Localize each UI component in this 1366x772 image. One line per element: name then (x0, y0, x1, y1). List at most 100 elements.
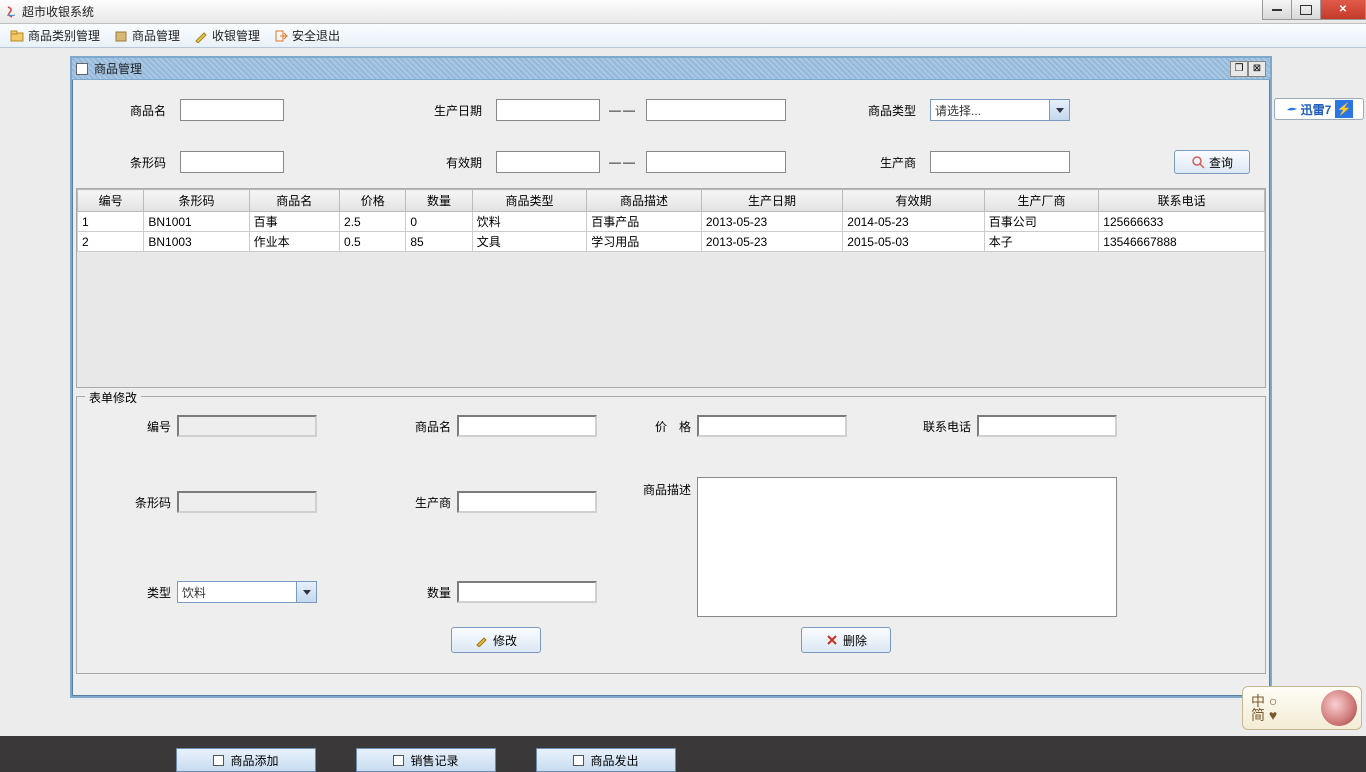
product-table[interactable]: 编号 条形码 商品名 价格 数量 商品类型 商品描述 生产日期 有效期 生产厂商… (76, 188, 1266, 388)
cell-maker: 百事公司 (984, 212, 1099, 232)
menu-label: 商品类别管理 (28, 27, 100, 44)
date-range-sep: —— (608, 103, 638, 117)
rose-icon (1321, 690, 1357, 726)
search-panel: 商品名 生产日期 —— 商品类型 请选择... 条形码 有效期 (72, 80, 1270, 188)
button-label: 商品添加 (230, 752, 278, 769)
form-desc-textarea[interactable] (697, 477, 1117, 617)
cell-maker: 本子 (984, 232, 1099, 252)
label-expiry: 有效期 (408, 154, 488, 171)
form-price-input[interactable] (697, 415, 847, 437)
date-range-sep: —— (608, 155, 638, 169)
form-id-input (177, 415, 317, 437)
cell-expiry: 2014-05-23 (843, 212, 984, 232)
form-edit-section: 表单修改 编号 商品名 价 格 联系电话 条形码 生产商 (76, 396, 1266, 674)
col-barcode: 条形码 (144, 190, 249, 212)
cell-name: 百事 (249, 212, 339, 232)
cell-price: 0.5 (340, 232, 406, 252)
col-maker: 生产厂商 (984, 190, 1099, 212)
window-controls (1263, 0, 1366, 20)
col-desc: 商品描述 (587, 190, 702, 212)
search-expiry-to-input[interactable] (646, 151, 786, 173)
table-row[interactable]: 1BN1001百事2.50饮料百事产品2013-05-232014-05-23百… (78, 212, 1265, 232)
table-row[interactable]: 2BN1003作业本0.585文具学习用品2013-05-232015-05-0… (78, 232, 1265, 252)
cell-category: 文具 (472, 232, 587, 252)
ime-line1: 中 ○ (1251, 694, 1277, 708)
cell-barcode: BN1003 (144, 232, 249, 252)
menu-safe-exit[interactable]: 安全退出 (268, 25, 346, 46)
internal-max-button[interactable]: ❐ (1230, 61, 1248, 77)
menu-product-mgmt[interactable]: 商品管理 (108, 25, 186, 46)
form-type-select[interactable]: 饮料 (177, 581, 317, 603)
menu-bar: 商品类别管理 商品管理 收银管理 安全退出 (0, 24, 1366, 48)
product-out-button[interactable]: 商品发出 (536, 748, 676, 772)
select-value: 请选择... (931, 102, 1049, 119)
window-menu-icon[interactable] (76, 63, 88, 75)
window-title: 超市收银系统 (22, 3, 94, 20)
search-product-name-input[interactable] (180, 99, 284, 121)
label-barcode: 条形码 (92, 154, 172, 171)
cell-barcode: BN1001 (144, 212, 249, 232)
internal-close-button[interactable]: ⊠ (1248, 61, 1266, 77)
col-prod-date: 生产日期 (701, 190, 842, 212)
bird-icon (1285, 102, 1299, 116)
button-label: 商品发出 (590, 752, 638, 769)
xunlei-widget[interactable]: 迅雷7 ⚡ (1274, 98, 1364, 120)
cell-prod_date: 2013-05-23 (701, 232, 842, 252)
search-prod-date-to-input[interactable] (646, 99, 786, 121)
pen-icon (194, 29, 208, 43)
label-name: 商品名 (377, 418, 457, 435)
ime-line2: 简 ♥ (1251, 708, 1277, 722)
form-maker-input[interactable] (457, 491, 597, 513)
search-expiry-from-input[interactable] (496, 151, 600, 173)
x-icon (825, 633, 839, 647)
menu-category-mgmt[interactable]: 商品类别管理 (4, 25, 106, 46)
box-icon (114, 29, 128, 43)
query-button[interactable]: 查询 (1174, 150, 1250, 174)
chevron-down-icon (296, 582, 316, 602)
col-qty: 数量 (406, 190, 472, 212)
checkbox-icon (213, 755, 224, 766)
form-qty-input[interactable] (457, 581, 597, 603)
form-legend: 表单修改 (85, 389, 141, 406)
product-mgmt-window: 商品管理 ❐ ⊠ 商品名 生产日期 —— 商品类型 请选择... (70, 56, 1272, 698)
close-button[interactable] (1320, 0, 1366, 20)
cell-price: 2.5 (340, 212, 406, 232)
bolt-icon: ⚡ (1335, 100, 1353, 118)
label-barcode: 条形码 (97, 494, 177, 511)
ime-widget[interactable]: 中 ○ 简 ♥ (1242, 686, 1362, 730)
label-desc: 商品描述 (627, 477, 697, 498)
table-header-row: 编号 条形码 商品名 价格 数量 商品类型 商品描述 生产日期 有效期 生产厂商… (78, 190, 1265, 212)
exit-icon (274, 29, 288, 43)
label-phone: 联系电话 (907, 418, 977, 435)
search-category-select[interactable]: 请选择... (930, 99, 1070, 121)
internal-titlebar: 商品管理 ❐ ⊠ (72, 58, 1270, 80)
col-name: 商品名 (249, 190, 339, 212)
col-id: 编号 (78, 190, 144, 212)
form-barcode-input (177, 491, 317, 513)
maximize-button[interactable] (1291, 0, 1321, 20)
search-barcode-input[interactable] (180, 151, 284, 173)
add-product-button[interactable]: 商品添加 (176, 748, 316, 772)
cell-category: 饮料 (472, 212, 587, 232)
internal-title: 商品管理 (94, 60, 142, 77)
form-name-input[interactable] (457, 415, 597, 437)
label-maker: 生产商 (377, 494, 457, 511)
search-prod-date-from-input[interactable] (496, 99, 600, 121)
form-phone-input[interactable] (977, 415, 1117, 437)
delete-button[interactable]: 删除 (801, 627, 891, 653)
button-label: 修改 (493, 632, 517, 649)
menu-cashier-mgmt[interactable]: 收银管理 (188, 25, 266, 46)
search-icon (1191, 155, 1205, 169)
minimize-button[interactable] (1262, 0, 1292, 20)
checkbox-icon (573, 755, 584, 766)
folder-icon (10, 29, 24, 43)
cell-phone: 13546667888 (1099, 232, 1265, 252)
cell-id: 1 (78, 212, 144, 232)
sales-record-button[interactable]: 销售记录 (356, 748, 496, 772)
modify-button[interactable]: 修改 (451, 627, 541, 653)
menu-label: 商品管理 (132, 27, 180, 44)
chevron-down-icon (1049, 100, 1069, 120)
col-expiry: 有效期 (843, 190, 984, 212)
search-manufacturer-input[interactable] (930, 151, 1070, 173)
cell-phone: 125666633 (1099, 212, 1265, 232)
